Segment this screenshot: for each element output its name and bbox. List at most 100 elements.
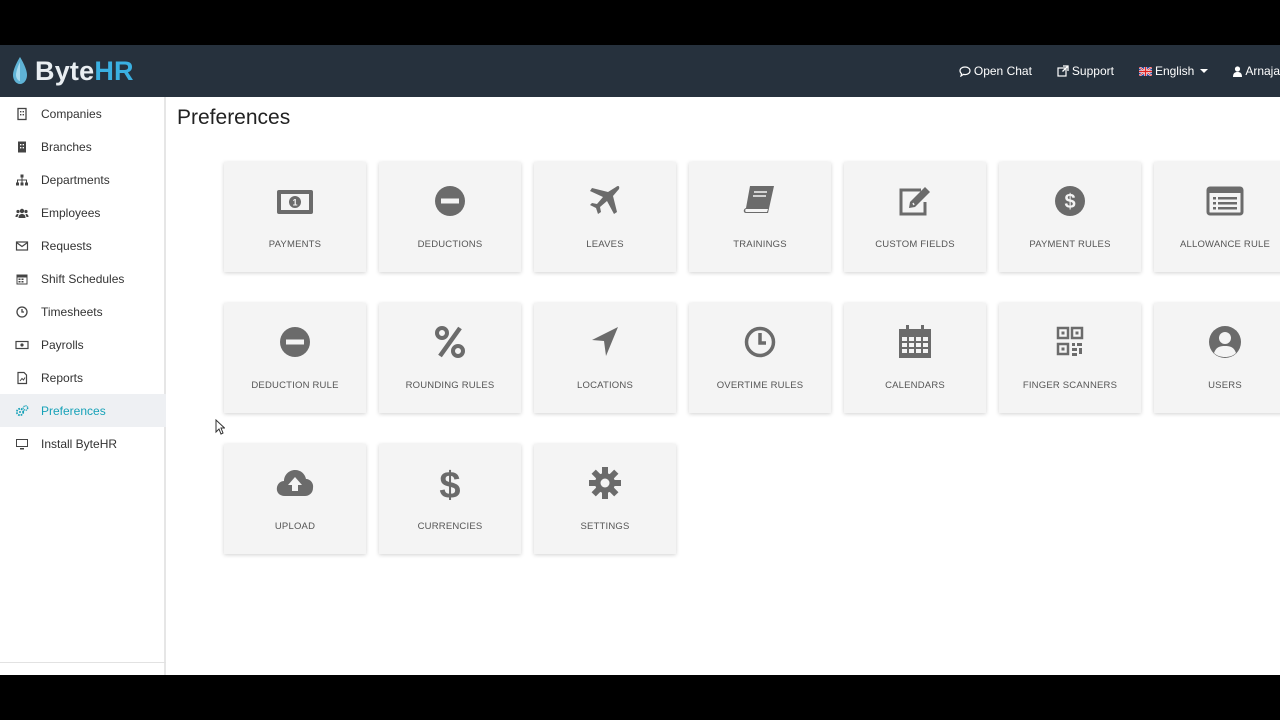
open-chat-label: Open Chat bbox=[973, 64, 1032, 78]
qrcode-icon bbox=[1056, 326, 1084, 356]
svg-text:$: $ bbox=[439, 466, 460, 500]
open-chat-link[interactable]: Open Chat bbox=[959, 64, 1032, 78]
minus-circle-icon bbox=[435, 186, 465, 216]
tile-overtime-rules[interactable]: OVERTIME RULES bbox=[689, 303, 831, 413]
tile-label: FINGER SCANNERS bbox=[1022, 380, 1118, 391]
tile-allowance-rule[interactable]: ALLOWANCE RULE bbox=[1154, 162, 1280, 272]
tile-upload[interactable]: UPLOAD bbox=[224, 444, 366, 554]
top-nav: Open Chat Support English Arnaja bbox=[959, 45, 1280, 97]
sidebar-item-label: Timesheets bbox=[41, 304, 103, 319]
tile-label: DEDUCTIONS bbox=[417, 239, 483, 250]
envelope-icon bbox=[15, 241, 29, 251]
sidebar-item-label: Reports bbox=[41, 370, 84, 385]
tile-deduction-rule[interactable]: DEDUCTION RULE bbox=[224, 303, 366, 413]
sidebar-item-branches[interactable]: Branches bbox=[0, 130, 166, 163]
tile-payment-rules[interactable]: $ PAYMENT RULES bbox=[999, 162, 1141, 272]
sidebar-divider bbox=[0, 662, 166, 663]
mouse-cursor-icon bbox=[215, 419, 225, 435]
building-icon bbox=[17, 107, 27, 121]
tile-label: SETTINGS bbox=[580, 521, 630, 532]
user-name: Arnaja bbox=[1245, 64, 1280, 78]
brand-name-accent: HR bbox=[94, 55, 134, 86]
brand-name: Byte bbox=[35, 55, 95, 86]
language-label: English bbox=[1154, 64, 1195, 78]
sidebar-item-label: Branches bbox=[41, 139, 92, 154]
sidebar-item-install-bytehr[interactable]: Install ByteHR bbox=[0, 427, 166, 460]
tile-leaves[interactable]: LEAVES bbox=[534, 162, 676, 272]
sidebar-item-label: Employees bbox=[41, 205, 101, 220]
tile-payments[interactable]: 1 PAYMENTS bbox=[224, 162, 366, 272]
tile-settings[interactable]: SETTINGS bbox=[534, 444, 676, 554]
tile-locations[interactable]: LOCATIONS bbox=[534, 303, 676, 413]
tile-currencies[interactable]: $ CURRENCIES bbox=[379, 444, 521, 554]
tile-deductions[interactable]: DEDUCTIONS bbox=[379, 162, 521, 272]
tile-label: CALENDARS bbox=[885, 380, 945, 391]
dollar-circle-icon: $ bbox=[1055, 186, 1085, 216]
sidebar: Companies Branches Departments Employees… bbox=[0, 97, 166, 675]
tile-label: DEDUCTION RULE bbox=[251, 380, 339, 391]
language-dropdown[interactable]: English bbox=[1138, 64, 1209, 78]
sitemap-icon bbox=[16, 174, 28, 186]
drop-logo-icon bbox=[13, 57, 27, 84]
desktop-icon bbox=[16, 439, 28, 450]
sidebar-item-companies[interactable]: Companies bbox=[0, 97, 166, 130]
sidebar-item-label: Preferences bbox=[41, 403, 106, 418]
cog-icon bbox=[589, 467, 621, 499]
tile-label: ALLOWANCE RULE bbox=[1179, 239, 1271, 250]
tile-custom-fields[interactable]: CUSTOM FIELDS bbox=[844, 162, 986, 272]
tile-label: LEAVES bbox=[586, 239, 624, 250]
calendar-icon bbox=[899, 325, 931, 358]
tile-calendars[interactable]: CALENDARS bbox=[844, 303, 986, 413]
user-icon bbox=[1233, 65, 1243, 77]
sidebar-item-employees[interactable]: Employees bbox=[0, 196, 166, 229]
user-menu[interactable]: Arnaja bbox=[1233, 64, 1280, 78]
sidebar-item-departments[interactable]: Departments bbox=[0, 163, 166, 196]
tile-label: CUSTOM FIELDS bbox=[875, 239, 955, 250]
comment-icon bbox=[959, 65, 971, 77]
brand-logo[interactable]: ByteHR bbox=[11, 54, 134, 88]
branch-icon bbox=[18, 141, 26, 153]
sidebar-item-label: Payrolls bbox=[41, 337, 84, 352]
tile-finger-scanners[interactable]: FINGER SCANNERS bbox=[999, 303, 1141, 413]
sidebar-item-label: Companies bbox=[41, 106, 102, 121]
sidebar-item-preferences[interactable]: Preferences bbox=[0, 394, 166, 427]
cogs-icon bbox=[15, 405, 29, 417]
user-circle-icon bbox=[1209, 326, 1241, 358]
plane-icon bbox=[590, 185, 620, 214]
tile-label: PAYMENTS bbox=[268, 239, 322, 250]
top-navbar: ByteHR Open Chat Support English Arnaja bbox=[0, 45, 1280, 97]
sidebar-item-label: Requests bbox=[41, 238, 92, 253]
sidebar-item-shift-schedules[interactable]: Shift Schedules bbox=[0, 262, 166, 295]
report-icon bbox=[17, 371, 28, 385]
page-title: Preferences bbox=[177, 106, 291, 129]
money-icon bbox=[15, 340, 29, 350]
clock-icon bbox=[16, 306, 28, 318]
tile-trainings[interactable]: TRAININGS bbox=[689, 162, 831, 272]
tile-label: ROUNDING RULES bbox=[405, 380, 495, 391]
tile-label: CURRENCIES bbox=[417, 521, 483, 532]
users-icon bbox=[15, 208, 29, 218]
clock-icon bbox=[744, 326, 776, 358]
tile-rounding-rules[interactable]: ROUNDING RULES bbox=[379, 303, 521, 413]
svg-text:$: $ bbox=[1064, 191, 1075, 213]
cloud-upload-icon bbox=[276, 470, 314, 496]
sidebar-item-payrolls[interactable]: Payrolls bbox=[0, 328, 166, 361]
tile-label: USERS bbox=[1208, 380, 1242, 391]
uk-flag-icon bbox=[1138, 66, 1152, 76]
sidebar-item-reports[interactable]: Reports bbox=[0, 361, 166, 394]
sidebar-item-label: Install ByteHR bbox=[41, 436, 118, 451]
money-bill-icon: 1 bbox=[277, 190, 313, 214]
tile-users[interactable]: USERS bbox=[1154, 303, 1280, 413]
sidebar-item-requests[interactable]: Requests bbox=[0, 229, 166, 262]
list-icon bbox=[1206, 186, 1244, 216]
calendar-icon bbox=[16, 274, 28, 285]
percent-icon bbox=[435, 326, 465, 358]
svg-text:1: 1 bbox=[292, 198, 297, 208]
sidebar-item-label: Shift Schedules bbox=[41, 271, 125, 286]
dollar-icon: $ bbox=[439, 466, 460, 500]
tile-label: OVERTIME RULES bbox=[716, 380, 804, 391]
sidebar-item-timesheets[interactable]: Timesheets bbox=[0, 295, 166, 328]
chevron-down-icon bbox=[1200, 69, 1209, 73]
edit-icon bbox=[899, 187, 930, 216]
support-link[interactable]: Support bbox=[1057, 64, 1114, 78]
